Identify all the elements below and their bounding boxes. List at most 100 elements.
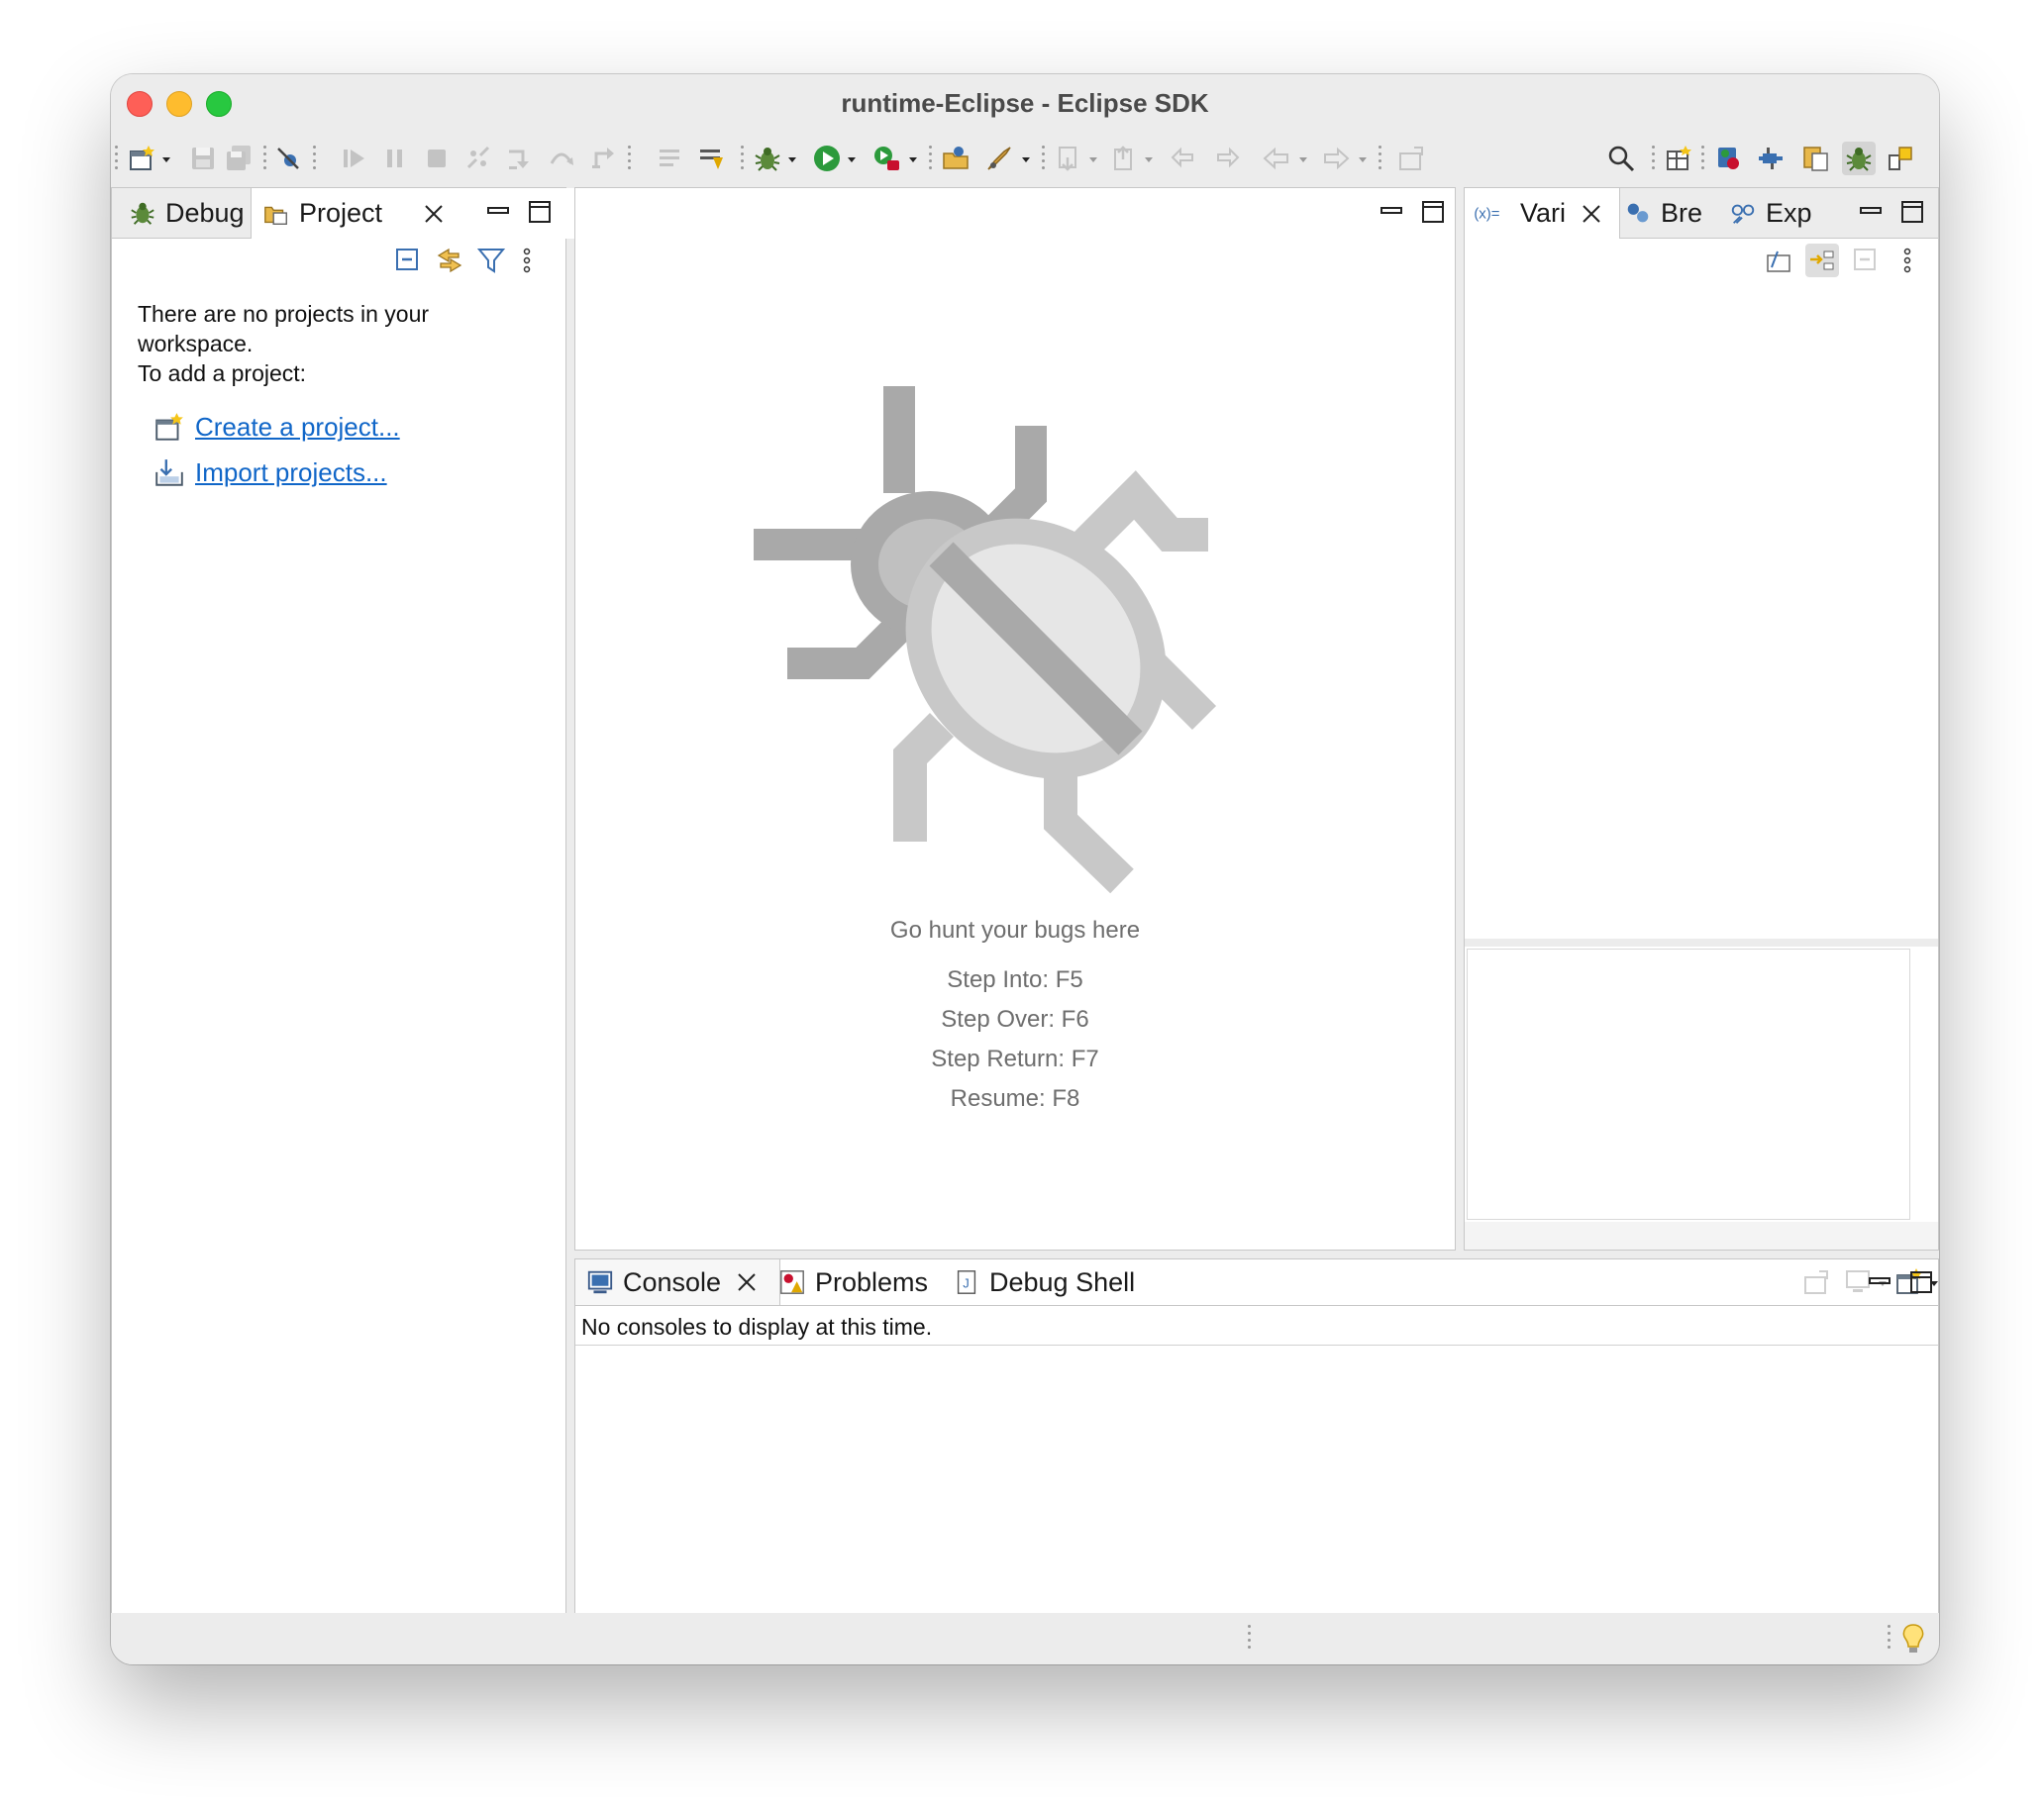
save-all-icon[interactable]	[222, 142, 256, 175]
tab-debug-shell[interactable]: J Debug Shell	[952, 1259, 1135, 1305]
forward-icon[interactable]	[1319, 142, 1353, 175]
minimize-icon[interactable]	[1868, 1270, 1891, 1294]
use-step-filters-icon[interactable]	[695, 142, 729, 175]
window-title: runtime-Eclipse - Eclipse SDK	[841, 88, 1209, 118]
detail-pane-sash[interactable]	[1465, 939, 1938, 947]
external-tools-icon[interactable]	[869, 142, 903, 175]
step-return-icon[interactable]	[586, 142, 620, 175]
search-icon[interactable]	[1604, 142, 1638, 175]
minimize-icon[interactable]	[1380, 200, 1403, 224]
import-projects-link[interactable]: Import projects...	[195, 457, 387, 488]
external-tools-dropdown-icon[interactable]	[909, 155, 917, 163]
close-icon[interactable]	[1580, 202, 1603, 226]
link-with-editor-icon[interactable]	[433, 244, 466, 277]
tab-console[interactable]: Console	[575, 1259, 780, 1305]
tab-debug[interactable]: Debug	[120, 188, 253, 238]
toolbar-separator	[1652, 144, 1655, 173]
lightbulb-icon[interactable]	[1899, 1623, 1927, 1655]
run-dropdown-icon[interactable]	[848, 155, 856, 163]
problems-icon	[777, 1267, 807, 1297]
collapse-all-icon[interactable]	[1849, 244, 1883, 277]
tab-problems[interactable]: Problems	[777, 1259, 928, 1305]
open-task-dropdown-icon[interactable]	[1022, 155, 1030, 163]
detail-pane[interactable]	[1467, 949, 1910, 1220]
toolbar-separator	[628, 144, 631, 173]
new-wizard-icon[interactable]	[125, 142, 158, 175]
debug-shell-icon: J	[952, 1267, 981, 1297]
open-type-icon[interactable]	[939, 142, 972, 175]
bottom-tabstrip: Console Problems J Debug Shell	[575, 1259, 1938, 1306]
empty-workspace-line: There are no projects in your workspace.	[138, 301, 430, 356]
project-explorer-panel: Debug Project There are no projects in y…	[111, 187, 579, 1617]
next-annotation-dropdown-icon[interactable]	[1089, 155, 1097, 163]
suspend-icon[interactable]	[378, 142, 412, 175]
horizontal-scrollbar[interactable]	[1465, 1222, 1938, 1250]
back-dropdown-icon[interactable]	[1299, 155, 1307, 163]
collapse-all-icon[interactable]	[391, 244, 425, 277]
maximize-icon[interactable]	[528, 200, 552, 224]
debug-dropdown-icon[interactable]	[788, 155, 796, 163]
resume-icon[interactable]	[337, 142, 370, 175]
close-icon[interactable]	[735, 1270, 759, 1294]
save-icon[interactable]	[186, 142, 220, 175]
previous-annotation-dropdown-icon[interactable]	[1145, 155, 1153, 163]
previous-annotation-icon[interactable]	[1107, 142, 1141, 175]
tab-variables[interactable]: (x)= Vari	[1465, 188, 1620, 239]
skip-breakpoints-icon[interactable]	[271, 142, 305, 175]
next-edit-icon[interactable]	[1210, 142, 1244, 175]
pin-console-icon[interactable]	[1799, 1265, 1833, 1299]
back-icon[interactable]	[1260, 142, 1293, 175]
forward-dropdown-icon[interactable]	[1359, 155, 1367, 163]
filter-icon[interactable]	[474, 244, 508, 277]
disconnect-icon[interactable]	[461, 142, 495, 175]
empty-workspace-message: There are no projects in your workspace.…	[138, 299, 494, 388]
open-perspective-icon[interactable]	[1662, 142, 1695, 175]
open-task-icon[interactable]	[982, 142, 1016, 175]
minimize-icon[interactable]	[486, 200, 510, 224]
new-project-icon	[155, 413, 183, 441]
pin-editor-icon[interactable]	[1394, 142, 1428, 175]
terminate-icon[interactable]	[420, 142, 454, 175]
run-icon[interactable]	[810, 142, 844, 175]
tab-debug-shell-label: Debug Shell	[989, 1266, 1136, 1297]
toolbar-separator	[1701, 144, 1704, 173]
step-into-icon[interactable]	[503, 142, 537, 175]
shortcut-step-return: Step Return: F7	[931, 1046, 1099, 1072]
minimize-icon[interactable]	[1859, 200, 1883, 224]
bug-icon	[128, 198, 157, 228]
bug-illustration-icon	[754, 386, 1217, 894]
tab-console-label: Console	[623, 1266, 722, 1297]
plugin-perspective-icon[interactable]	[1755, 142, 1788, 175]
java-perspective-icon[interactable]	[1711, 142, 1745, 175]
show-type-names-icon[interactable]	[1762, 244, 1795, 277]
main-toolbar	[111, 130, 1939, 187]
status-separator	[1248, 1623, 1251, 1653]
svg-text:(x)=: (x)=	[1474, 205, 1499, 222]
resource-perspective-icon[interactable]	[1798, 142, 1832, 175]
debug-perspective-icon[interactable]	[1842, 142, 1876, 175]
last-edit-icon[interactable]	[1167, 142, 1200, 175]
eclipse-window: runtime-Eclipse - Eclipse SDK Debug Proj…	[111, 74, 1939, 1664]
step-over-icon[interactable]	[545, 142, 578, 175]
svg-text:J: J	[963, 1276, 970, 1291]
create-project-link[interactable]: Create a project...	[195, 412, 400, 443]
view-menu-icon[interactable]	[1891, 244, 1924, 277]
new-dropdown-icon[interactable]	[162, 155, 170, 163]
show-logical-structure-icon[interactable]	[1805, 244, 1839, 277]
close-icon[interactable]	[422, 202, 446, 226]
toolbar-grip	[115, 144, 118, 173]
tab-breakpoints[interactable]: Bre	[1623, 188, 1702, 238]
tab-expressions-label: Exp	[1766, 197, 1812, 228]
drop-to-frame-icon[interactable]	[654, 142, 687, 175]
debug-icon[interactable]	[751, 142, 784, 175]
view-menu-icon[interactable]	[510, 244, 544, 277]
maximize-icon[interactable]	[1421, 200, 1445, 224]
tab-variables-label: Vari	[1520, 198, 1567, 228]
editor-area: Go hunt your bugs here Step Into: F5 Ste…	[574, 187, 1456, 1251]
next-annotation-icon[interactable]	[1052, 142, 1085, 175]
toolbar-separator	[313, 144, 316, 173]
maximize-icon[interactable]	[1909, 1270, 1933, 1294]
tab-expressions[interactable]: Exp	[1728, 188, 1812, 238]
git-perspective-icon[interactable]	[1884, 142, 1917, 175]
maximize-icon[interactable]	[1900, 200, 1924, 224]
